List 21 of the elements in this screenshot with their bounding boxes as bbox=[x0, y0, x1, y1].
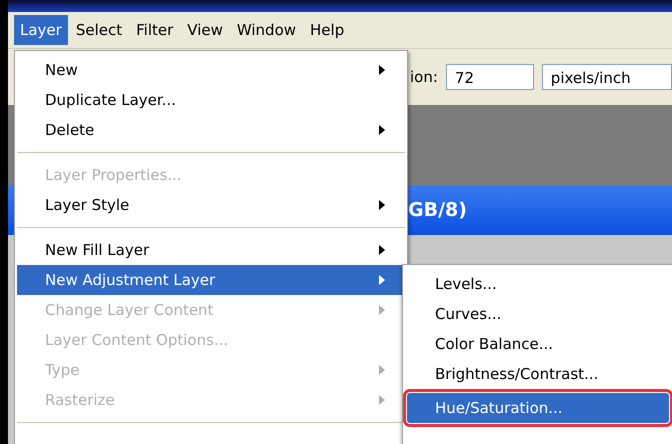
menu-title[interactable]: Filter bbox=[130, 15, 180, 45]
menu-item[interactable]: Levels... bbox=[407, 269, 669, 299]
menu-item[interactable]: Duplicate Layer... bbox=[17, 85, 405, 115]
menu-item[interactable]: New bbox=[17, 55, 405, 85]
menu-item[interactable]: New Fill Layer bbox=[17, 235, 405, 265]
menu-item[interactable]: Hue/Saturation... bbox=[407, 393, 669, 423]
resolution-label: ion: bbox=[410, 68, 438, 86]
units-field[interactable]: pixels/inch bbox=[542, 64, 672, 90]
menu-item[interactable]: Brightness/Contrast... bbox=[407, 359, 669, 389]
menu-item[interactable]: Color Balance... bbox=[407, 329, 669, 359]
menu-title[interactable]: Help bbox=[304, 15, 350, 45]
menu-item[interactable]: Delete bbox=[17, 115, 405, 145]
menu-title[interactable]: Window bbox=[230, 15, 302, 45]
resolution-field[interactable]: 72 bbox=[446, 64, 534, 90]
menu-item[interactable]: Layer Style bbox=[17, 190, 405, 220]
document-title: GB/8) bbox=[408, 199, 467, 221]
menu-title[interactable]: View bbox=[181, 15, 229, 45]
menu-title[interactable]: Layer bbox=[14, 15, 68, 45]
menu-item[interactable]: Curves... bbox=[407, 299, 669, 329]
menu-item[interactable]: New Adjustment Layer bbox=[17, 265, 405, 295]
menu-title[interactable]: Select bbox=[70, 15, 128, 45]
